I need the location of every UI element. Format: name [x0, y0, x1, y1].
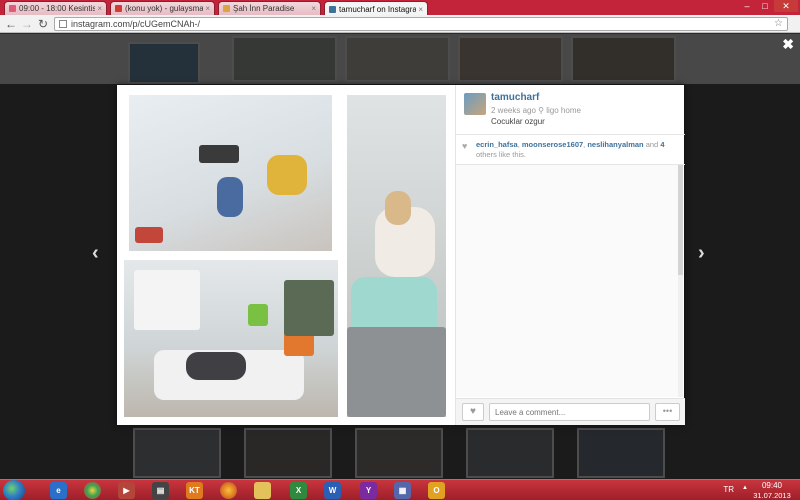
username-link[interactable]: tamucharf [491, 92, 539, 103]
word-icon[interactable]: W [324, 482, 341, 499]
photo-detail [186, 352, 246, 380]
window-app-icon[interactable]: ▤ [152, 482, 169, 499]
scroll-thumb[interactable] [678, 165, 683, 275]
bookmark-star-icon[interactable]: ☆ [774, 18, 783, 30]
next-photo-button[interactable]: › [698, 242, 705, 265]
comment-footer: ♥ ••• [456, 398, 685, 425]
excel-icon[interactable]: X [290, 482, 307, 499]
tab-title: Şah İnn Paradise [233, 4, 295, 13]
yahoo-icon[interactable]: Y [360, 482, 377, 499]
photo-detail [347, 327, 446, 417]
location-link[interactable]: ligo home [546, 106, 581, 115]
collage-photo-two-women [347, 95, 446, 417]
tab-close-icon[interactable]: × [97, 4, 102, 13]
post-meta: 2 weeks ago ⚲ ligo home [491, 106, 581, 115]
divider [456, 134, 685, 135]
tab-title: (konu yok) - gulaysmail0 [125, 4, 204, 13]
chrome-icon[interactable] [84, 482, 101, 499]
tab-favicon-icon [223, 5, 230, 12]
likes-and: and [645, 140, 659, 149]
comments-scrollbar[interactable] [678, 165, 683, 397]
browser-toolbar: ← → ↻ instagram.com/p/cUGemCNAh-/ ☆ [0, 15, 800, 33]
photo-detail [284, 280, 334, 336]
maximize-button[interactable]: □ [756, 0, 774, 12]
likes-others-count[interactable]: 4 [660, 140, 664, 149]
close-viewer-icon[interactable]: ✖ [782, 36, 794, 53]
tab-title: tamucharf on Instagram [339, 4, 417, 14]
comments-list [456, 165, 678, 397]
language-indicator[interactable]: TR [723, 485, 734, 494]
likes-others-text: others like this. [476, 150, 527, 159]
minimize-button[interactable]: – [738, 0, 756, 12]
liker-link[interactable]: ecrin_hafsa [476, 140, 518, 149]
tab-favicon-icon [9, 5, 16, 12]
folder-icon[interactable] [254, 482, 271, 499]
tab-title: 09:00 - 18:00 Kesintisiz Mü [19, 4, 95, 13]
post-time: 2 weeks ago [491, 106, 536, 115]
previous-photo-button[interactable]: ‹ [92, 242, 99, 265]
forward-button[interactable]: → [20, 17, 34, 31]
photo-detail [385, 191, 411, 225]
photo-detail [199, 145, 239, 163]
calendar-app-icon[interactable]: ▦ [394, 482, 411, 499]
location-pin-icon: ⚲ [538, 106, 545, 115]
browser-tab-strip: 09:00 - 18:00 Kesintisiz Mü × (konu yok)… [0, 0, 800, 16]
collage-photo-playroom [124, 260, 338, 417]
collage-photo-kids-room [129, 95, 332, 251]
tab-sah-inn[interactable]: Şah İnn Paradise × [218, 1, 321, 15]
like-button[interactable]: ♥ [462, 403, 484, 421]
likes-summary: ecrin_hafsa, moonserose1607, neslihanyal… [476, 140, 665, 159]
url-text: instagram.com/p/cUGemCNAh-/ [71, 19, 201, 29]
instagram-icon [329, 5, 336, 13]
instagram-page: ✖ ‹ › tamucharf 2 weeks ago ⚲ ligo home … [0, 34, 800, 479]
clock-time[interactable]: 09:40 [752, 481, 792, 490]
photo-detail [134, 270, 200, 330]
kt-app-icon[interactable]: KT [186, 482, 203, 499]
tab-close-icon[interactable]: × [418, 5, 423, 14]
tab-close-icon[interactable]: × [205, 4, 210, 13]
more-options-button[interactable]: ••• [655, 403, 680, 421]
tab-instagram[interactable]: tamucharf on Instagram × [324, 1, 428, 16]
post-caption: Cocuklar ozgur [491, 117, 545, 126]
photo-detail [267, 155, 307, 195]
avatar[interactable] [464, 93, 486, 115]
back-button[interactable]: ← [4, 17, 18, 31]
page-icon [59, 20, 67, 28]
internet-explorer-icon[interactable]: e [50, 482, 67, 499]
outlook-icon[interactable]: O [428, 482, 445, 499]
comment-input[interactable] [489, 403, 650, 421]
photo-collage[interactable] [117, 85, 455, 425]
window-close-button[interactable]: ✕ [774, 0, 798, 12]
photo-modal: tamucharf 2 weeks ago ⚲ ligo home Cocukl… [117, 85, 685, 425]
gmail-icon [115, 5, 122, 12]
media-player-icon[interactable]: ▶ [118, 482, 135, 499]
clock-date[interactable]: 31.07.2013 [748, 491, 796, 500]
windows-taskbar: e ▶ ▤ KT X W Y ▦ O TR ▲ 09:40 31.07.2013 [0, 479, 800, 500]
photo-detail [248, 304, 268, 326]
liker-link[interactable]: neslihanyalman [587, 140, 643, 149]
tab-gmail[interactable]: (konu yok) - gulaysmail0 × [110, 1, 215, 15]
photo-detail [135, 227, 163, 243]
tab-close-icon[interactable]: × [311, 4, 316, 13]
reload-button[interactable]: ↻ [36, 17, 50, 31]
address-bar[interactable]: instagram.com/p/cUGemCNAh-/ ☆ [54, 17, 788, 31]
photo-detail [217, 177, 243, 217]
liker-link[interactable]: moonserose1607 [522, 140, 583, 149]
heart-icon: ♥ [462, 141, 468, 151]
firefox-icon[interactable] [220, 482, 237, 499]
start-button[interactable] [3, 480, 25, 500]
tab-kesintisiz[interactable]: 09:00 - 18:00 Kesintisiz Mü × [4, 1, 107, 15]
post-sidebar: tamucharf 2 weeks ago ⚲ ligo home Cocukl… [455, 85, 685, 425]
